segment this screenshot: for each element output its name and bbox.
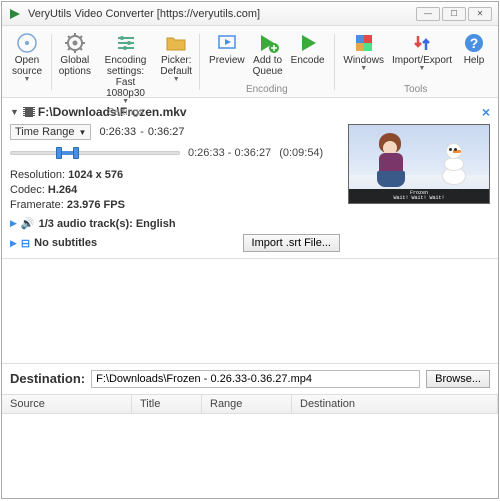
start-time-label: 0:26:33 <box>99 126 136 138</box>
group-encoding-label: Encoding <box>246 84 288 97</box>
help-icon: ? <box>463 32 485 54</box>
close-file-button[interactable]: × <box>482 104 490 120</box>
video-preview-thumbnail[interactable]: Frozen Wait! Wait! Wait! <box>348 124 490 204</box>
subtitles-row[interactable]: ▶ ⊟ No subtitles Import .srt File... <box>10 234 340 252</box>
preview-subtitle: Frozen Wait! Wait! Wait! <box>349 189 489 203</box>
col-source[interactable]: Source <box>2 395 132 413</box>
framerate-label: Framerate: <box>10 199 64 211</box>
group-tools-label: Tools <box>404 84 427 97</box>
sliders-icon <box>115 32 137 54</box>
window-controls: — ☐ ✕ <box>416 7 492 21</box>
windows-icon <box>353 32 375 54</box>
titlebar: VeryUtils Video Converter [https://veryu… <box>2 2 498 26</box>
preview-character-anna <box>373 133 409 189</box>
app-window: VeryUtils Video Converter [https://veryu… <box>1 1 499 499</box>
open-source-button[interactable]: Open source ▼ <box>8 30 46 95</box>
codec-value: H.264 <box>48 184 77 196</box>
chevron-down-icon: ▼ <box>173 76 180 83</box>
resolution-label: Resolution: <box>10 169 65 181</box>
resolution-value: 1024 x 576 <box>68 169 123 181</box>
close-button[interactable]: ✕ <box>468 7 492 21</box>
minimize-button[interactable]: — <box>416 7 440 21</box>
add-queue-button[interactable]: Add to Queue <box>249 30 287 84</box>
chevron-down-icon: ▼ <box>360 65 367 72</box>
range-display: 0:26:33 - 0:36:27 <box>188 147 271 159</box>
subtitle-icon: ⊟ <box>21 237 30 250</box>
windows-button[interactable]: Windows ▼ <box>339 30 388 84</box>
destination-row: Destination: Browse... <box>2 363 498 394</box>
global-options-button[interactable]: Global options <box>57 30 93 107</box>
encode-button[interactable]: Encode <box>287 30 329 84</box>
slider-thumb-end[interactable] <box>73 147 79 159</box>
chevron-down-icon: ▼ <box>79 128 87 137</box>
queue-header: Source Title Range Destination <box>2 395 498 414</box>
subtitles-label: No subtitles <box>34 237 97 249</box>
maximize-button[interactable]: ☐ <box>442 7 466 21</box>
encoding-settings-button[interactable]: Encoding settings: Fast 1080p30 ▼ <box>93 30 158 107</box>
preview-character-olaf <box>441 143 467 187</box>
file-section: ▼ F:\Downloads\Frozen.mkv × Time Range ▼… <box>2 98 498 259</box>
destination-input[interactable] <box>91 370 420 388</box>
range-mode-dropdown[interactable]: Time Range ▼ <box>10 124 91 140</box>
app-icon <box>8 7 22 21</box>
expand-icon: ▶ <box>10 238 17 249</box>
toolbar: Open source ▼ Global options Encoding se… <box>2 26 498 98</box>
collapse-icon[interactable]: ▼ <box>10 107 19 117</box>
chevron-down-icon: ▼ <box>24 76 31 83</box>
browse-button[interactable]: Browse... <box>426 370 490 388</box>
time-range-slider[interactable] <box>10 144 180 162</box>
disc-icon <box>16 32 38 54</box>
content-area: ▼ F:\Downloads\Frozen.mkv × Time Range ▼… <box>2 98 498 498</box>
import-export-icon <box>411 32 433 54</box>
svg-text:?: ? <box>470 35 479 51</box>
window-title: VeryUtils Video Converter [https://veryu… <box>28 8 416 20</box>
group-settings-label: Settings <box>107 107 143 120</box>
col-title[interactable]: Title <box>132 395 202 413</box>
speaker-icon: 🔊 <box>21 217 35 230</box>
col-destination[interactable]: Destination <box>292 395 498 413</box>
folder-icon <box>165 32 187 54</box>
audio-tracks-row[interactable]: ▶ 🔊 1/3 audio track(s): English <box>10 217 340 230</box>
slider-thumb-start[interactable] <box>56 147 62 159</box>
gear-icon <box>64 32 86 54</box>
end-time-label: 0:36:27 <box>148 126 185 138</box>
import-export-button[interactable]: Import/Export ▼ <box>388 30 456 84</box>
chevron-down-icon: ▼ <box>419 65 426 72</box>
play-add-icon <box>257 32 279 54</box>
preview-icon <box>216 32 238 54</box>
audio-tracks-label: 1/3 audio track(s): English <box>39 218 176 230</box>
framerate-value: 23.976 FPS <box>67 199 125 211</box>
codec-label: Codec: <box>10 184 45 196</box>
picker-button[interactable]: Picker: Default ▼ <box>158 30 194 107</box>
preview-button[interactable]: Preview <box>205 30 249 84</box>
destination-label: Destination: <box>10 371 85 386</box>
col-range[interactable]: Range <box>202 395 292 413</box>
play-icon <box>297 32 319 54</box>
import-srt-button[interactable]: Import .srt File... <box>243 234 340 252</box>
expand-icon: ▶ <box>10 218 17 229</box>
duration-display: (0:09:54) <box>279 147 323 159</box>
queue-table: Source Title Range Destination <box>2 394 498 499</box>
help-button[interactable]: ? Help <box>456 30 492 84</box>
chevron-down-icon: ▼ <box>122 98 129 105</box>
film-icon <box>23 107 35 117</box>
